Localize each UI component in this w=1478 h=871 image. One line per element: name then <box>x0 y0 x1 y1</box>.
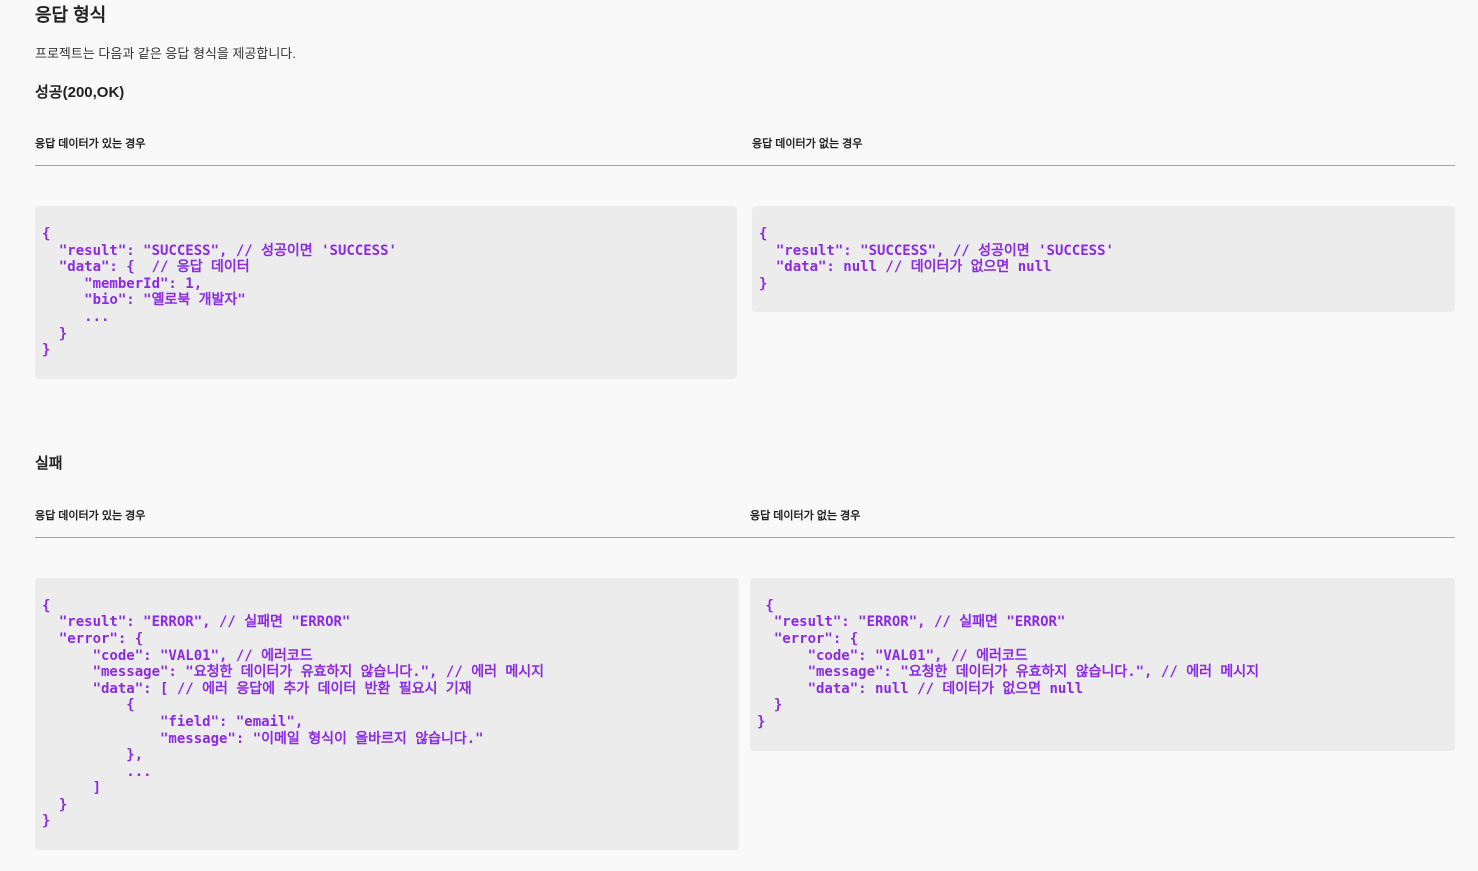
code-text: { "result": "SUCCESS", // 성공이면 'SUCCESS'… <box>42 226 397 359</box>
column-label-with-data: 응답 데이터가 있는 경우 <box>35 138 146 150</box>
code-text: { "result": "ERROR", // 실패면 "ERROR" "err… <box>42 597 545 830</box>
column-label-without-data: 응답 데이터가 없는 경우 <box>752 138 863 150</box>
section-heading-failure: 실패 <box>35 454 63 472</box>
column-header-row-failure: 응답 데이터가 있는 경우 응답 데이터가 없는 경우 <box>35 508 1455 538</box>
column-label-with-data: 응답 데이터가 있는 경우 <box>35 509 146 522</box>
code-block-success-without-data: { "result": "SUCCESS", // 성공이면 'SUCCESS'… <box>752 206 1455 313</box>
code-block-success-with-data: { "result": "SUCCESS", // 성공이면 'SUCCESS'… <box>35 206 737 379</box>
code-row-failure: { "result": "ERROR", // 실패면 "ERROR" "err… <box>35 577 1455 851</box>
code-text: { "result": "SUCCESS", // 성공이면 'SUCCESS'… <box>759 226 1114 292</box>
code-text: { "result": "ERROR", // 실패면 "ERROR" "err… <box>757 597 1260 730</box>
code-block-failure-with-data: { "result": "ERROR", // 실패면 "ERROR" "err… <box>35 577 739 851</box>
code-row-success: { "result": "SUCCESS", // 성공이면 'SUCCESS'… <box>35 206 1455 379</box>
page-description: 프로젝트는 다음과 같은 응답 형식을 제공합니다. <box>35 46 296 61</box>
response-format-page: 응답 형식 프로젝트는 다음과 같은 응답 형식을 제공합니다. 성공(200,… <box>0 0 1478 851</box>
section-failure: 실패 응답 데이터가 있는 경우 응답 데이터가 없는 경우 { "result… <box>35 453 1455 851</box>
code-block-failure-without-data: { "result": "ERROR", // 실패면 "ERROR" "err… <box>750 577 1455 751</box>
section-success: 성공(200,OK) 응답 데이터가 있는 경우 응답 데이터가 없는 경우 {… <box>35 82 1455 379</box>
column-label-without-data: 응답 데이터가 없는 경우 <box>750 509 861 522</box>
column-header-row-success: 응답 데이터가 있는 경우 응답 데이터가 없는 경우 <box>35 136 1455 166</box>
page-title: 응답 형식 <box>35 5 107 25</box>
section-heading-success: 성공(200,OK) <box>35 84 125 101</box>
